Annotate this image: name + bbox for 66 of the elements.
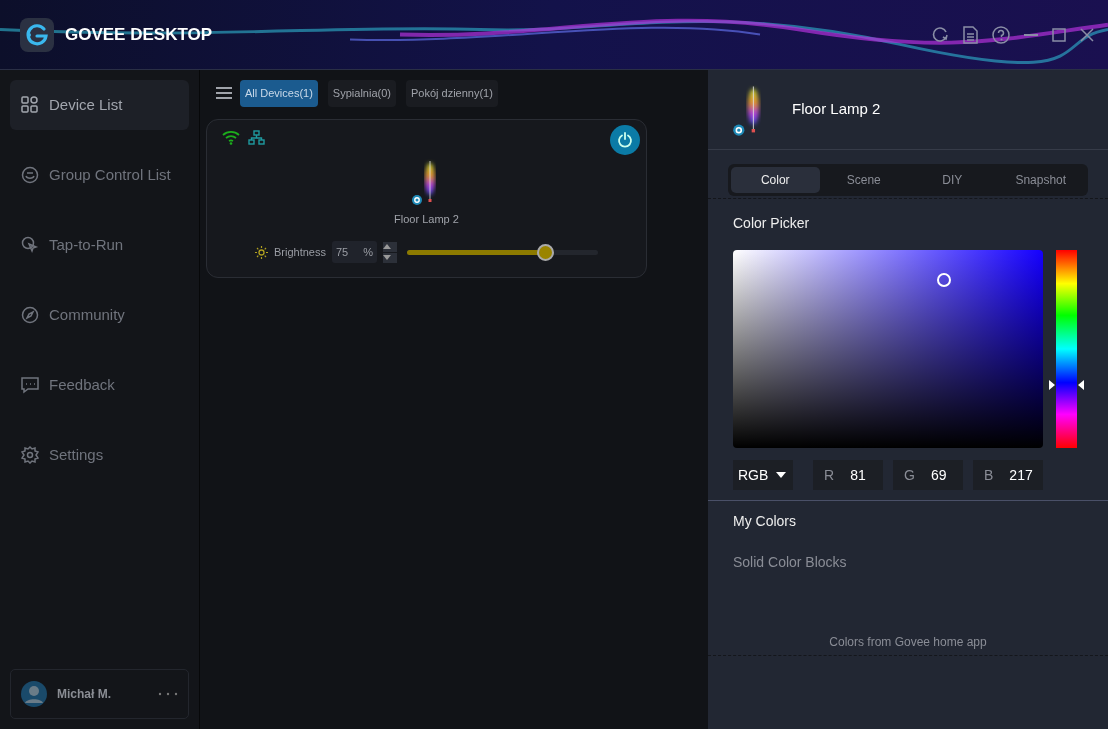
power-button[interactable] bbox=[610, 124, 640, 155]
device-card[interactable]: Floor Lamp 2 Brightness 75 % bbox=[206, 118, 647, 278]
brightness-label: Brightness bbox=[274, 244, 326, 260]
sidebar-item[interactable]: Group Control List bbox=[10, 150, 189, 200]
logo-icon bbox=[20, 17, 54, 52]
sidebar-item[interactable]: Tap-to-Run bbox=[10, 220, 189, 270]
brightness-field[interactable]: 75 % bbox=[332, 241, 377, 263]
document-icon[interactable] bbox=[963, 25, 978, 44]
tab[interactable]: DIY bbox=[908, 167, 997, 193]
device-name: Floor Lamp 2 bbox=[393, 211, 460, 227]
more-icon[interactable] bbox=[158, 692, 178, 696]
slider-thumb[interactable] bbox=[537, 243, 555, 261]
tab[interactable]: Color bbox=[731, 167, 820, 193]
tab[interactable]: Snapshot bbox=[996, 167, 1085, 193]
section-subtitle: Solid Color Blocks bbox=[733, 553, 848, 572]
section-title: Color Picker bbox=[733, 214, 811, 233]
minimize-icon[interactable] bbox=[1024, 32, 1038, 37]
channel-label: R bbox=[824, 465, 835, 485]
footer-note: Colors from Govee home app bbox=[828, 634, 988, 651]
channel-field[interactable]: G 69 bbox=[893, 460, 963, 490]
power-icon bbox=[617, 131, 633, 148]
device-title: Floor Lamp 2 bbox=[792, 99, 881, 120]
tab[interactable]: Scene bbox=[819, 167, 908, 193]
color-field[interactable] bbox=[733, 250, 1043, 448]
chat-icon bbox=[21, 376, 39, 394]
channel-value: 69 bbox=[930, 465, 947, 485]
app-title: GOVEE DESKTOP bbox=[65, 23, 213, 46]
caret-icon bbox=[776, 472, 787, 478]
user-name: Michał M. bbox=[57, 686, 111, 703]
channel-value: 217 bbox=[1009, 465, 1033, 485]
close-icon[interactable] bbox=[1080, 27, 1094, 42]
hue-handle[interactable] bbox=[1048, 378, 1084, 391]
channel-field[interactable]: R 81 bbox=[813, 460, 883, 490]
sun-icon bbox=[255, 245, 268, 259]
picker-handle[interactable] bbox=[937, 272, 952, 287]
channel-value: 81 bbox=[850, 465, 866, 485]
filter-tab[interactable]: Pokój dzienny(1) bbox=[405, 80, 498, 107]
increment-button[interactable] bbox=[383, 241, 397, 252]
maximize-icon[interactable] bbox=[1052, 27, 1066, 42]
sidebar-item[interactable]: Community bbox=[10, 290, 189, 340]
percent-unit: % bbox=[363, 244, 373, 260]
help-icon[interactable] bbox=[992, 25, 1010, 44]
section-title: My Colors bbox=[733, 512, 797, 531]
brightness-value: 75 bbox=[336, 244, 349, 260]
filter-tab[interactable]: Sypialnia(0) bbox=[327, 80, 396, 107]
gear-icon bbox=[21, 446, 39, 464]
grid-icon bbox=[21, 96, 39, 114]
brightness-slider[interactable] bbox=[407, 243, 598, 261]
sidebar-item[interactable]: Settings bbox=[10, 430, 189, 480]
compass-icon bbox=[21, 306, 39, 324]
channel-field[interactable]: B 217 bbox=[973, 460, 1043, 490]
wifi-icon bbox=[222, 129, 240, 145]
channel-label: G bbox=[904, 465, 915, 485]
network-icon bbox=[248, 129, 265, 145]
channel-label: B bbox=[984, 465, 994, 485]
smiley-icon bbox=[21, 166, 39, 184]
mode-dropdown[interactable]: RGB bbox=[733, 460, 793, 490]
avatar-icon bbox=[21, 681, 47, 707]
hue-slider[interactable] bbox=[1048, 250, 1083, 448]
pointer-icon bbox=[21, 236, 39, 254]
sidebar-item[interactable]: Feedback bbox=[10, 360, 189, 410]
menu-icon[interactable] bbox=[216, 86, 232, 101]
decrement-button[interactable] bbox=[383, 252, 397, 263]
sidebar-item[interactable]: Device List bbox=[10, 80, 189, 130]
refresh-icon[interactable] bbox=[932, 26, 949, 43]
filter-tab[interactable]: All Devices(1) bbox=[240, 80, 318, 107]
